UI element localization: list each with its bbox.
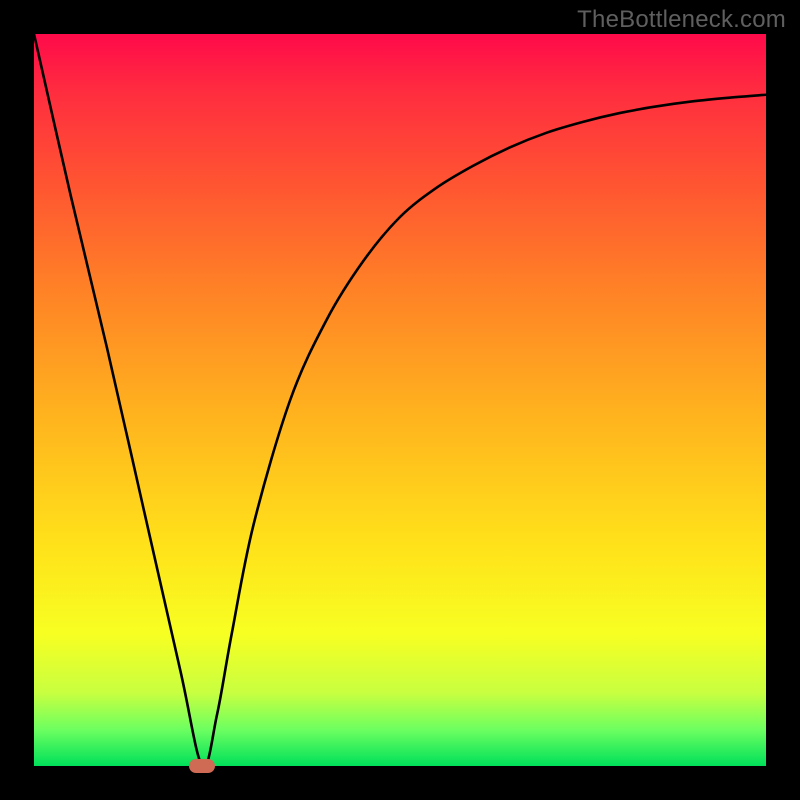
chart-frame: TheBottleneck.com	[0, 0, 800, 800]
optimal-point-marker	[189, 759, 215, 773]
plot-area	[34, 34, 766, 766]
watermark-text: TheBottleneck.com	[577, 6, 786, 34]
bottleneck-curve	[34, 34, 766, 766]
